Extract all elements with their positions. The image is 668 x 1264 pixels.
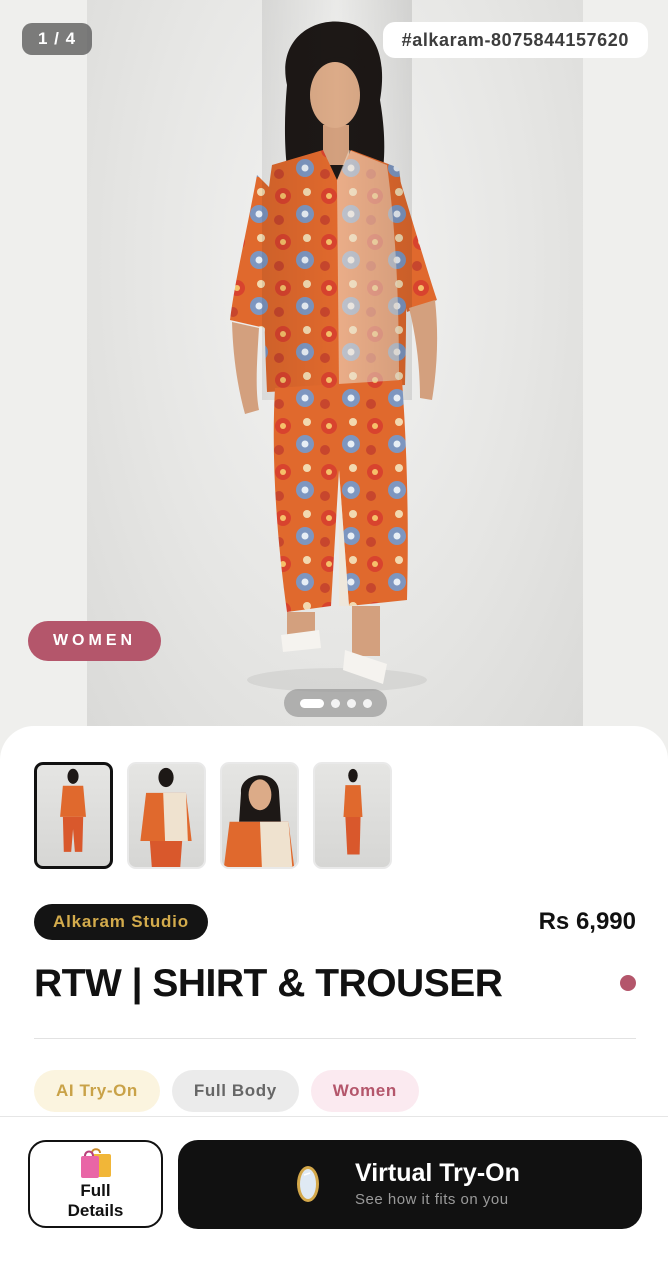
tag-full-body[interactable]: Full Body bbox=[171, 1070, 299, 1112]
pagination-dot-4[interactable] bbox=[362, 698, 372, 708]
full-details-button[interactable]: Full Details bbox=[28, 1140, 163, 1228]
thumbnail-image bbox=[140, 767, 192, 867]
virtual-try-on-title: Virtual Try-On bbox=[355, 1159, 520, 1187]
brand-badge[interactable]: Alkaram Studio bbox=[34, 904, 208, 940]
thumbnail-2[interactable] bbox=[127, 762, 206, 869]
bottom-action-bar: Full Details Virtual Try-On See how it f… bbox=[0, 1116, 668, 1264]
image-counter: 1 / 4 bbox=[22, 23, 92, 55]
thumbnail-4[interactable] bbox=[313, 762, 392, 869]
model-illustration bbox=[230, 0, 438, 692]
product-photo[interactable] bbox=[87, 0, 583, 760]
product-title: RTW | SHIRT & TROUSER bbox=[34, 962, 503, 1005]
tag-ai-try-on[interactable]: AI Try-On bbox=[34, 1070, 160, 1112]
product-price: Rs 6,990 bbox=[538, 908, 636, 935]
virtual-try-on-subtitle: See how it fits on you bbox=[355, 1191, 509, 1208]
virtual-try-on-button[interactable]: Virtual Try-On See how it fits on you bbox=[178, 1140, 642, 1229]
pagination-dot-1[interactable] bbox=[299, 698, 324, 708]
carousel-pagination[interactable] bbox=[284, 689, 387, 717]
pagination-dot-3[interactable] bbox=[346, 698, 356, 708]
pagination-dot-2[interactable] bbox=[330, 698, 340, 708]
tag-women[interactable]: Women bbox=[310, 1070, 419, 1112]
thumbnail-image bbox=[60, 768, 86, 852]
tag-list: AI Try-On Full Body Women bbox=[34, 1070, 419, 1112]
thumbnail-strip bbox=[34, 762, 392, 869]
product-image-gallery[interactable]: 1 / 4 #alkaram-8075844157620 WOMEN bbox=[0, 0, 668, 760]
category-badge: WOMEN bbox=[28, 621, 161, 661]
indicator-dot bbox=[620, 975, 636, 991]
thumbnail-image bbox=[343, 768, 363, 855]
shopping-bags-icon bbox=[80, 1148, 111, 1178]
thumbnail-3[interactable] bbox=[220, 762, 299, 869]
thumbnail-image bbox=[223, 775, 295, 867]
full-details-label-line1: Full bbox=[80, 1181, 111, 1200]
sku-badge: #alkaram-8075844157620 bbox=[382, 22, 648, 58]
mirror-icon bbox=[297, 1166, 319, 1202]
divider bbox=[34, 1038, 636, 1039]
full-details-label-line2: Details bbox=[67, 1201, 124, 1220]
thumbnail-1[interactable] bbox=[34, 762, 113, 869]
